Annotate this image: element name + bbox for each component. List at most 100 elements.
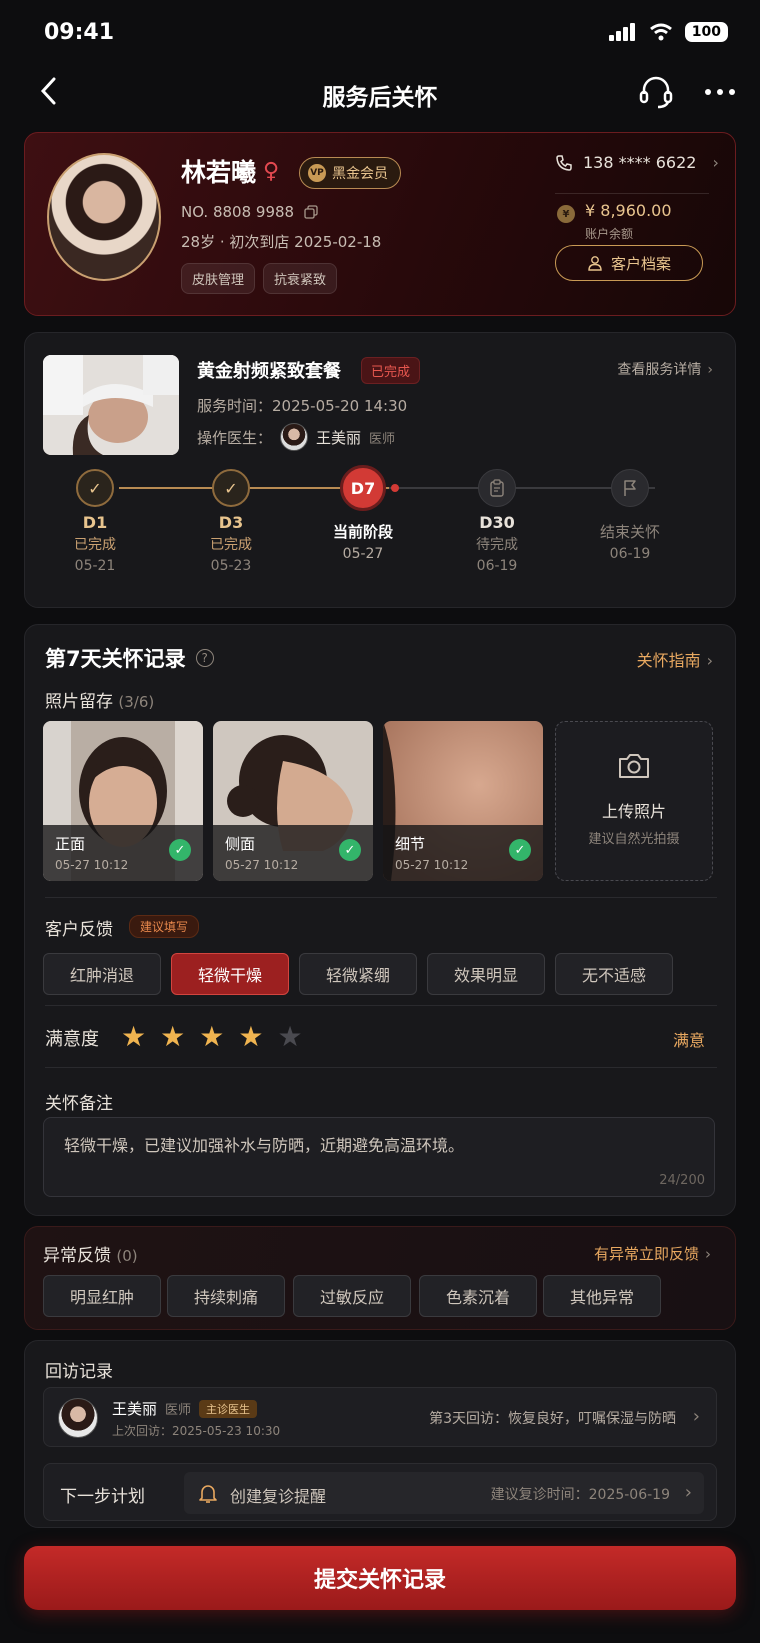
divider [45, 897, 717, 898]
abnormal-feedback-card: 异常反馈 (0) 有异常立即反馈 › 明显红肿 持续刺痛 过敏反应 色素沉着 其他… [24, 1226, 736, 1330]
star-icon[interactable]: ★ [121, 1021, 146, 1053]
more-button[interactable] [700, 80, 740, 104]
divider [45, 1005, 717, 1006]
battery-indicator: 100 [684, 22, 728, 42]
note-label: 关怀备注 [45, 1094, 113, 1114]
check-icon: ✓ [339, 839, 361, 861]
tag-item: 皮肤管理 [181, 263, 256, 294]
star-icon[interactable]: ★ [277, 1021, 302, 1053]
upload-hint: 建议自然光拍摄 [588, 832, 680, 847]
timeline-label-d3: D3 已完成 05-23 [210, 513, 252, 574]
customer-age-visit: 28岁 · 初次到店 2025-02-18 [181, 233, 382, 251]
photo-detail[interactable]: 细节 05-27 10:12 ✓ [383, 721, 543, 881]
abnormal-option[interactable]: 色素沉着 [419, 1275, 537, 1317]
star-icon[interactable]: ★ [160, 1021, 185, 1053]
feedback-option[interactable]: 效果明显 [427, 953, 545, 995]
service-status-badge: 已完成 [361, 357, 421, 384]
doctor-avatar [58, 1398, 98, 1438]
timeline-node-d7[interactable]: D7 [340, 465, 386, 511]
feedback-option[interactable]: 轻微紧绷 [299, 953, 417, 995]
timeline-node-end[interactable] [611, 469, 649, 507]
lead-doctor-badge: 主诊医生 [199, 1399, 258, 1418]
vip-label: 黑金会员 [332, 166, 388, 182]
feedback-option[interactable]: 无不适感 [555, 953, 673, 995]
service-detail-link[interactable]: 查看服务详情 › [617, 359, 713, 379]
upload-photo-button[interactable]: 上传照片 建议自然光拍摄 [555, 721, 713, 881]
check-icon: ✓ [509, 839, 531, 861]
feedback-option-selected[interactable]: 轻微干燥 [171, 953, 289, 995]
help-icon[interactable]: ? [195, 649, 214, 667]
star-icon[interactable]: ★ [238, 1021, 263, 1053]
service-doctor: 操作医生： 王美丽 医师 [197, 423, 395, 451]
abnormal-option[interactable]: 明显红肿 [43, 1275, 161, 1317]
chevron-right-icon: › [692, 1406, 700, 1427]
customer-avatar [47, 153, 161, 281]
revisit-note: 第3天回访：恢复良好，叮嘱保湿与防晒 [429, 1411, 676, 1427]
timeline-label-end: 结束关怀 06-19 [599, 523, 660, 562]
timeline-current-dot [391, 484, 399, 492]
timeline-label-d1: D1 已完成 05-21 [74, 513, 116, 574]
doctor-avatar [280, 423, 309, 451]
create-reminder-button[interactable]: 创建复诊提醒 建议复诊时间：2025-06-19 › [184, 1472, 704, 1514]
chevron-right-icon: › [707, 362, 713, 378]
signal-icon [608, 23, 635, 41]
revisit-card: 回访记录 王美丽 医师 主诊医生 上次回访：2025-05-23 10:30 第… [24, 1340, 736, 1528]
support-button[interactable] [636, 72, 676, 112]
check-icon: ✓ [224, 478, 238, 498]
abnormal-title: 异常反馈 (0) [43, 1246, 138, 1266]
next-plan-label: 下一步计划 [60, 1487, 145, 1507]
timeline-label-d30: D30 待完成 06-19 [476, 513, 518, 574]
service-name: 黄金射频紧致套餐 [197, 361, 341, 382]
vip-badge: VP 黑金会员 [299, 157, 401, 189]
report-abnormal-link[interactable]: 有异常立即反馈 › [594, 1243, 711, 1264]
female-icon: ♀ [263, 159, 280, 184]
revisit-doctor: 王美丽 医师 主诊医生 [112, 1398, 258, 1419]
phone-link[interactable]: 138 **** 6622 › [555, 153, 719, 172]
upload-label: 上传照片 [601, 802, 666, 821]
star-icon[interactable]: ★ [199, 1021, 224, 1053]
service-card: 黄金射频紧致套餐 已完成 查看服务详情 › 服务时间：2025-05-20 14:… [24, 332, 736, 608]
suggested-revisit-time: 建议复诊时间：2025-06-19 [490, 1487, 670, 1503]
timeline-node-d1[interactable]: ✓ [76, 469, 114, 507]
flag-icon [624, 480, 636, 496]
rating-stars: ★ ★ ★ ★ ★ [121, 1021, 303, 1053]
customer-profile-card: 林若曦 ♀ VP 黑金会员 NO. 8808 9988 28岁 · 初次到店 2… [24, 132, 736, 316]
next-plan-row: 下一步计划 创建复诊提醒 建议复诊时间：2025-06-19 › [43, 1463, 717, 1521]
feedback-option[interactable]: 红肿消退 [43, 953, 161, 995]
photo-section-label: 照片留存 (3/6) [45, 692, 155, 712]
camera-icon [619, 754, 649, 778]
bell-icon [199, 1485, 217, 1503]
care-note-input[interactable]: 轻微干燥，已建议加强补水与防晒，近期避免高温环境。 [43, 1117, 715, 1197]
submit-care-record-button[interactable]: 提交关怀记录 [24, 1546, 736, 1610]
copy-icon[interactable] [304, 205, 318, 219]
timeline-node-d30[interactable] [478, 469, 516, 507]
more-dots-icon [705, 89, 711, 95]
chevron-right-icon: › [712, 153, 719, 172]
photo-side[interactable]: 侧面 05-27 10:12 ✓ [213, 721, 373, 881]
wifi-icon [649, 23, 672, 41]
customer-archive-button[interactable]: 客户档案 [555, 245, 703, 281]
service-time: 服务时间：2025-05-20 14:30 [197, 397, 408, 415]
check-icon: ✓ [169, 839, 191, 861]
clipboard-icon [490, 479, 504, 497]
abnormal-option[interactable]: 过敏反应 [293, 1275, 411, 1317]
satisfaction-value: 满意 [672, 1031, 705, 1050]
customer-tags: 皮肤管理 抗衰紧致 [181, 263, 338, 294]
care-record-card: 第7天关怀记录 ? 关怀指南 › 照片留存 (3/6) 正面 05-27 10:1… [24, 624, 736, 1216]
timeline-label-d7: 当前阶段 05-27 [332, 523, 393, 562]
headset-icon [639, 76, 673, 109]
tag-item: 抗衰紧致 [263, 263, 338, 294]
abnormal-option[interactable]: 持续刺痛 [167, 1275, 285, 1317]
satisfaction-label: 满意度 [45, 1029, 99, 1050]
divider [45, 1067, 717, 1068]
customer-number: NO. 8808 9988 [181, 203, 318, 221]
revisit-record-row[interactable]: 王美丽 医师 主诊医生 上次回访：2025-05-23 10:30 第3天回访：… [43, 1387, 717, 1447]
photo-front[interactable]: 正面 05-27 10:12 ✓ [43, 721, 203, 881]
care-guide-link[interactable]: 关怀指南 › [637, 647, 713, 671]
chevron-right-icon: › [705, 1245, 711, 1263]
timeline-node-d3[interactable]: ✓ [212, 469, 250, 507]
abnormal-option[interactable]: 其他异常 [543, 1275, 661, 1317]
coin-icon: ¥ [557, 205, 575, 223]
service-image [43, 355, 179, 455]
record-title: 第7天关怀记录 ? [45, 643, 214, 673]
